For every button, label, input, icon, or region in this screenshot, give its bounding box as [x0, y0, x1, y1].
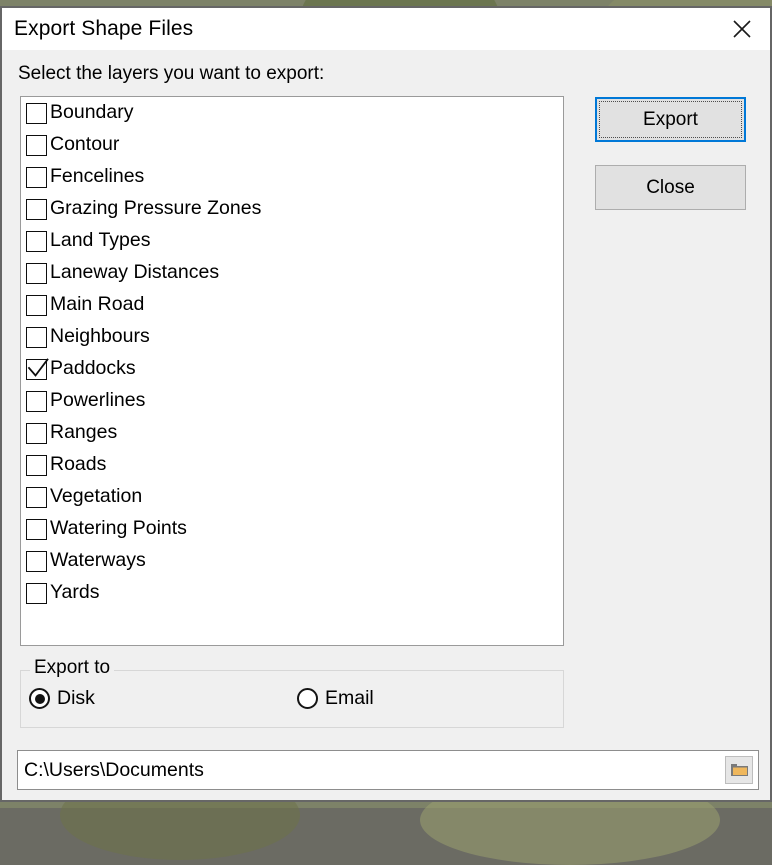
layer-label: Yards [50, 583, 100, 603]
layer-row[interactable]: Powerlines [21, 385, 563, 417]
layer-label: Vegetation [50, 487, 142, 507]
checkbox-unchecked-icon[interactable] [26, 231, 47, 252]
checkbox-unchecked-icon[interactable] [26, 135, 47, 156]
checkbox-unchecked-icon[interactable] [26, 103, 47, 124]
layers-checkbox-list[interactable]: Boundary Contour Fencelines Grazing Pressur… [20, 96, 564, 646]
layer-label: Main Road [50, 295, 144, 315]
layer-label: Ranges [50, 423, 117, 443]
layer-label: Boundary [50, 103, 133, 123]
layer-row[interactable]: Yards [21, 577, 563, 609]
radio-unselected-icon [297, 688, 318, 709]
instruction-label: Select the layers you want to export: [18, 63, 324, 85]
export-button[interactable]: Export [595, 97, 746, 142]
layer-row[interactable]: Ranges [21, 417, 563, 449]
radio-label-email: Email [325, 689, 374, 709]
layer-row[interactable]: Vegetation [21, 481, 563, 513]
browse-folder-button[interactable] [725, 756, 753, 784]
layer-label: Waterways [50, 551, 146, 571]
layer-row[interactable]: Neighbours [21, 321, 563, 353]
checkbox-unchecked-icon[interactable] [26, 519, 47, 540]
checkbox-unchecked-icon[interactable] [26, 455, 47, 476]
layer-row[interactable]: Laneway Distances [21, 257, 563, 289]
layer-row[interactable]: Contour [21, 129, 563, 161]
radio-option-disk[interactable]: Disk [29, 688, 95, 709]
checkbox-unchecked-icon[interactable] [26, 263, 47, 284]
export-to-groupbox: Export to Disk Email [20, 670, 564, 728]
layer-row[interactable]: Paddocks [21, 353, 563, 385]
layer-row[interactable]: Boundary [21, 97, 563, 129]
checkbox-unchecked-icon[interactable] [26, 199, 47, 220]
layer-label: Fencelines [50, 167, 144, 187]
export-path-input[interactable] [18, 751, 725, 789]
layer-label: Neighbours [50, 327, 150, 347]
layer-label: Laneway Distances [50, 263, 219, 283]
export-shape-files-dialog: Export Shape Files Select the layers you… [0, 6, 772, 802]
title-bar: Export Shape Files [2, 8, 770, 50]
layer-row[interactable]: Watering Points [21, 513, 563, 545]
layer-row[interactable]: Waterways [21, 545, 563, 577]
layer-label: Watering Points [50, 519, 187, 539]
layer-label: Roads [50, 455, 106, 475]
checkbox-unchecked-icon[interactable] [26, 487, 47, 508]
layer-label: Land Types [50, 231, 150, 251]
checkbox-unchecked-icon[interactable] [26, 423, 47, 444]
layer-label: Paddocks [50, 359, 136, 379]
checkbox-unchecked-icon[interactable] [26, 327, 47, 348]
layer-row[interactable]: Main Road [21, 289, 563, 321]
layer-row[interactable]: Roads [21, 449, 563, 481]
layer-label: Contour [50, 135, 119, 155]
checkbox-unchecked-icon[interactable] [26, 391, 47, 412]
checkbox-unchecked-icon[interactable] [26, 295, 47, 316]
layer-row[interactable]: Grazing Pressure Zones [21, 193, 563, 225]
checkbox-unchecked-icon[interactable] [26, 167, 47, 188]
layer-row[interactable]: Land Types [21, 225, 563, 257]
close-x-icon [730, 17, 754, 41]
close-button[interactable]: Close [595, 165, 746, 210]
layer-label: Powerlines [50, 391, 145, 411]
layer-label: Grazing Pressure Zones [50, 199, 261, 219]
checkbox-checked-icon[interactable] [26, 359, 47, 380]
radio-label-disk: Disk [57, 689, 95, 709]
close-button-label: Close [646, 177, 695, 199]
window-title: Export Shape Files [14, 17, 193, 41]
checkbox-unchecked-icon[interactable] [26, 551, 47, 572]
folder-icon [730, 762, 749, 778]
export-path-row [17, 750, 759, 790]
dialog-content: Select the layers you want to export: Bo… [2, 50, 770, 800]
close-window-button[interactable] [714, 8, 770, 50]
checkbox-unchecked-icon[interactable] [26, 583, 47, 604]
export-button-label: Export [643, 109, 698, 131]
export-to-legend: Export to [30, 657, 114, 679]
layer-row[interactable]: Fencelines [21, 161, 563, 193]
radio-option-email[interactable]: Email [297, 688, 374, 709]
radio-selected-icon [29, 688, 50, 709]
